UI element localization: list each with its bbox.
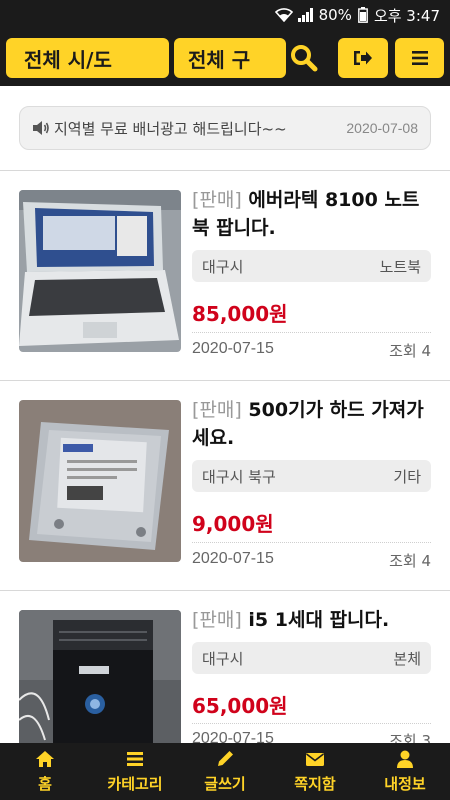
laptop-photo[interactable]	[19, 190, 181, 352]
nav-label: 글쓰기	[204, 775, 246, 793]
battery-percent: 80%	[318, 6, 352, 24]
sign-out-icon	[354, 51, 372, 65]
search-icon[interactable]	[290, 44, 318, 72]
nav-category[interactable]: 카테고리	[90, 743, 180, 800]
notice-banner[interactable]: 지역별 무료 배너광고 해드립니다~~ 2020-07-08	[19, 106, 431, 150]
listing-tag: [판매]	[192, 399, 242, 421]
hamburger-icon	[411, 51, 428, 65]
home-icon	[36, 751, 54, 767]
clock: 오후 3:47	[373, 6, 440, 25]
nav-write[interactable]: 글쓰기	[180, 743, 270, 800]
listing-category: 노트북	[379, 257, 421, 276]
logout-button[interactable]	[338, 38, 388, 78]
listing-category: 본체	[393, 649, 421, 668]
nav-home[interactable]: 홈	[0, 743, 90, 800]
envelope-icon	[306, 753, 324, 766]
listing-price: 9,000원	[192, 512, 274, 536]
listing-date: 2020-07-15	[192, 550, 274, 567]
region-select[interactable]: 전체 시/도	[6, 38, 169, 78]
listing-meta: 대구시 본체	[192, 642, 431, 674]
hard-drive-photo[interactable]	[19, 400, 181, 562]
nav-my-info[interactable]: 내정보	[360, 743, 450, 800]
listing-title-text: i5 1세대 팝니다.	[248, 609, 390, 631]
dotted-divider	[192, 332, 431, 333]
listing-location: 대구시	[202, 649, 244, 668]
listing-meta: 대구시 북구 기타	[192, 460, 431, 492]
top-bar: 전체 시/도 전체 구	[0, 30, 450, 86]
dotted-divider	[192, 723, 431, 724]
listing-tag: [판매]	[192, 189, 242, 211]
dotted-divider	[192, 542, 431, 543]
listing-views: 조회 4	[389, 552, 431, 570]
list-icon	[127, 752, 143, 766]
nav-label: 쪽지함	[294, 775, 336, 793]
wifi-icon	[274, 8, 293, 22]
notice-text: 지역별 무료 배너광고 해드립니다~~	[54, 119, 287, 138]
user-icon	[397, 750, 413, 768]
district-select[interactable]: 전체 구	[174, 38, 286, 78]
listing-location: 대구시 북구	[202, 467, 276, 486]
listing-tag: [판매]	[192, 609, 242, 631]
listing-title[interactable]: [판매] 에버라텍 8100 노트북 팝니다.	[192, 186, 434, 242]
listing-date: 2020-07-15	[192, 340, 274, 357]
listing-views: 조회 4	[389, 342, 431, 360]
listing-category: 기타	[393, 467, 421, 486]
menu-button[interactable]	[395, 38, 444, 78]
pencil-icon	[218, 751, 233, 766]
listing-price: 85,000원	[192, 302, 288, 326]
listing-price: 65,000원	[192, 694, 288, 718]
signal-icon	[297, 8, 313, 22]
nav-label: 카테고리	[107, 775, 163, 793]
bottom-nav: 홈 카테고리 글쓰기 쪽지함 내정보	[0, 743, 450, 800]
nav-label: 홈	[38, 775, 52, 793]
listing-location: 대구시	[202, 257, 244, 276]
listing-meta: 대구시 노트북	[192, 250, 431, 282]
status-bar: 80% 오후 3:47	[0, 0, 450, 30]
nav-messages[interactable]: 쪽지함	[270, 743, 360, 800]
nav-label: 내정보	[384, 775, 426, 793]
listing-item[interactable]: [판매] 에버라텍 8100 노트북 팝니다. 대구시 노트북 85,000원 …	[0, 170, 450, 380]
listing-title[interactable]: [판매] i5 1세대 팝니다.	[192, 606, 434, 634]
speaker-icon	[33, 121, 49, 135]
battery-icon	[358, 7, 368, 23]
notice-date: 2020-07-08	[346, 120, 418, 136]
listing-item[interactable]: [판매] 500기가 하드 가져가세요. 대구시 북구 기타 9,000원 20…	[0, 380, 450, 590]
listing-title[interactable]: [판매] 500기가 하드 가져가세요.	[192, 396, 434, 452]
